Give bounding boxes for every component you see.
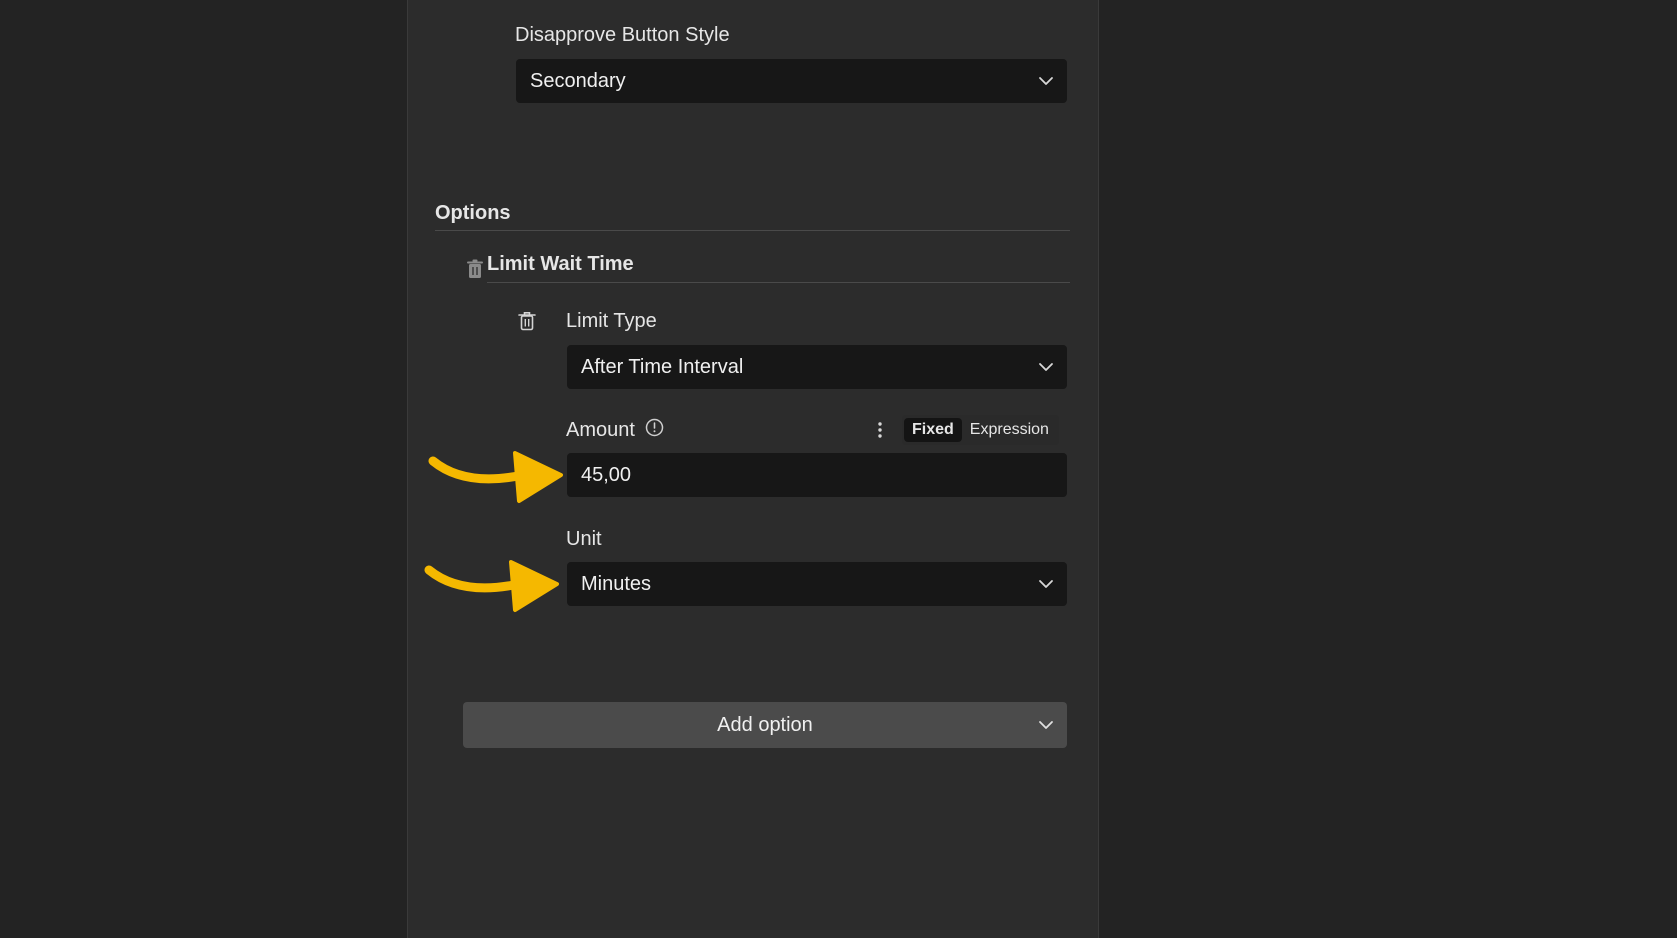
chevron-down-icon <box>1039 363 1053 371</box>
limit-type-select[interactable]: After Time Interval <box>567 345 1067 389</box>
more-options-icon[interactable] <box>876 420 884 440</box>
mode-expression-tab[interactable]: Expression <box>962 418 1057 442</box>
unit-label: Unit <box>566 528 602 550</box>
info-icon[interactable] <box>645 418 664 437</box>
annotation-arrow-amount <box>428 451 563 503</box>
limit-type-label: Limit Type <box>566 310 657 332</box>
limit-wait-time-title: Limit Wait Time <box>487 253 634 275</box>
add-option-button[interactable]: Add option <box>463 702 1067 748</box>
disapprove-style-value: Secondary <box>530 69 626 92</box>
chevron-down-icon <box>1039 721 1053 729</box>
annotation-arrow-unit <box>424 560 559 612</box>
options-divider <box>435 230 1070 231</box>
disapprove-style-select[interactable]: Secondary <box>516 59 1067 103</box>
unit-select[interactable]: Minutes <box>567 562 1067 606</box>
amount-input[interactable]: 45,00 <box>567 453 1067 497</box>
amount-value: 45,00 <box>581 463 632 486</box>
trash-icon[interactable] <box>466 259 484 279</box>
page: Disapprove Button Style Secondary Option… <box>0 0 1677 938</box>
chevron-down-icon <box>1039 77 1053 85</box>
amount-mode-toggle: Fixed Expression <box>902 415 1059 445</box>
limit-type-value: After Time Interval <box>581 355 744 378</box>
mode-fixed-tab[interactable]: Fixed <box>904 418 962 442</box>
disapprove-style-label: Disapprove Button Style <box>515 24 730 46</box>
amount-label: Amount <box>566 419 635 441</box>
options-heading: Options <box>435 202 511 224</box>
limit-wait-time-divider <box>487 282 1070 283</box>
trash-icon[interactable] <box>518 311 536 331</box>
unit-value: Minutes <box>581 572 652 595</box>
chevron-down-icon <box>1039 580 1053 588</box>
add-option-label: Add option <box>717 713 813 736</box>
